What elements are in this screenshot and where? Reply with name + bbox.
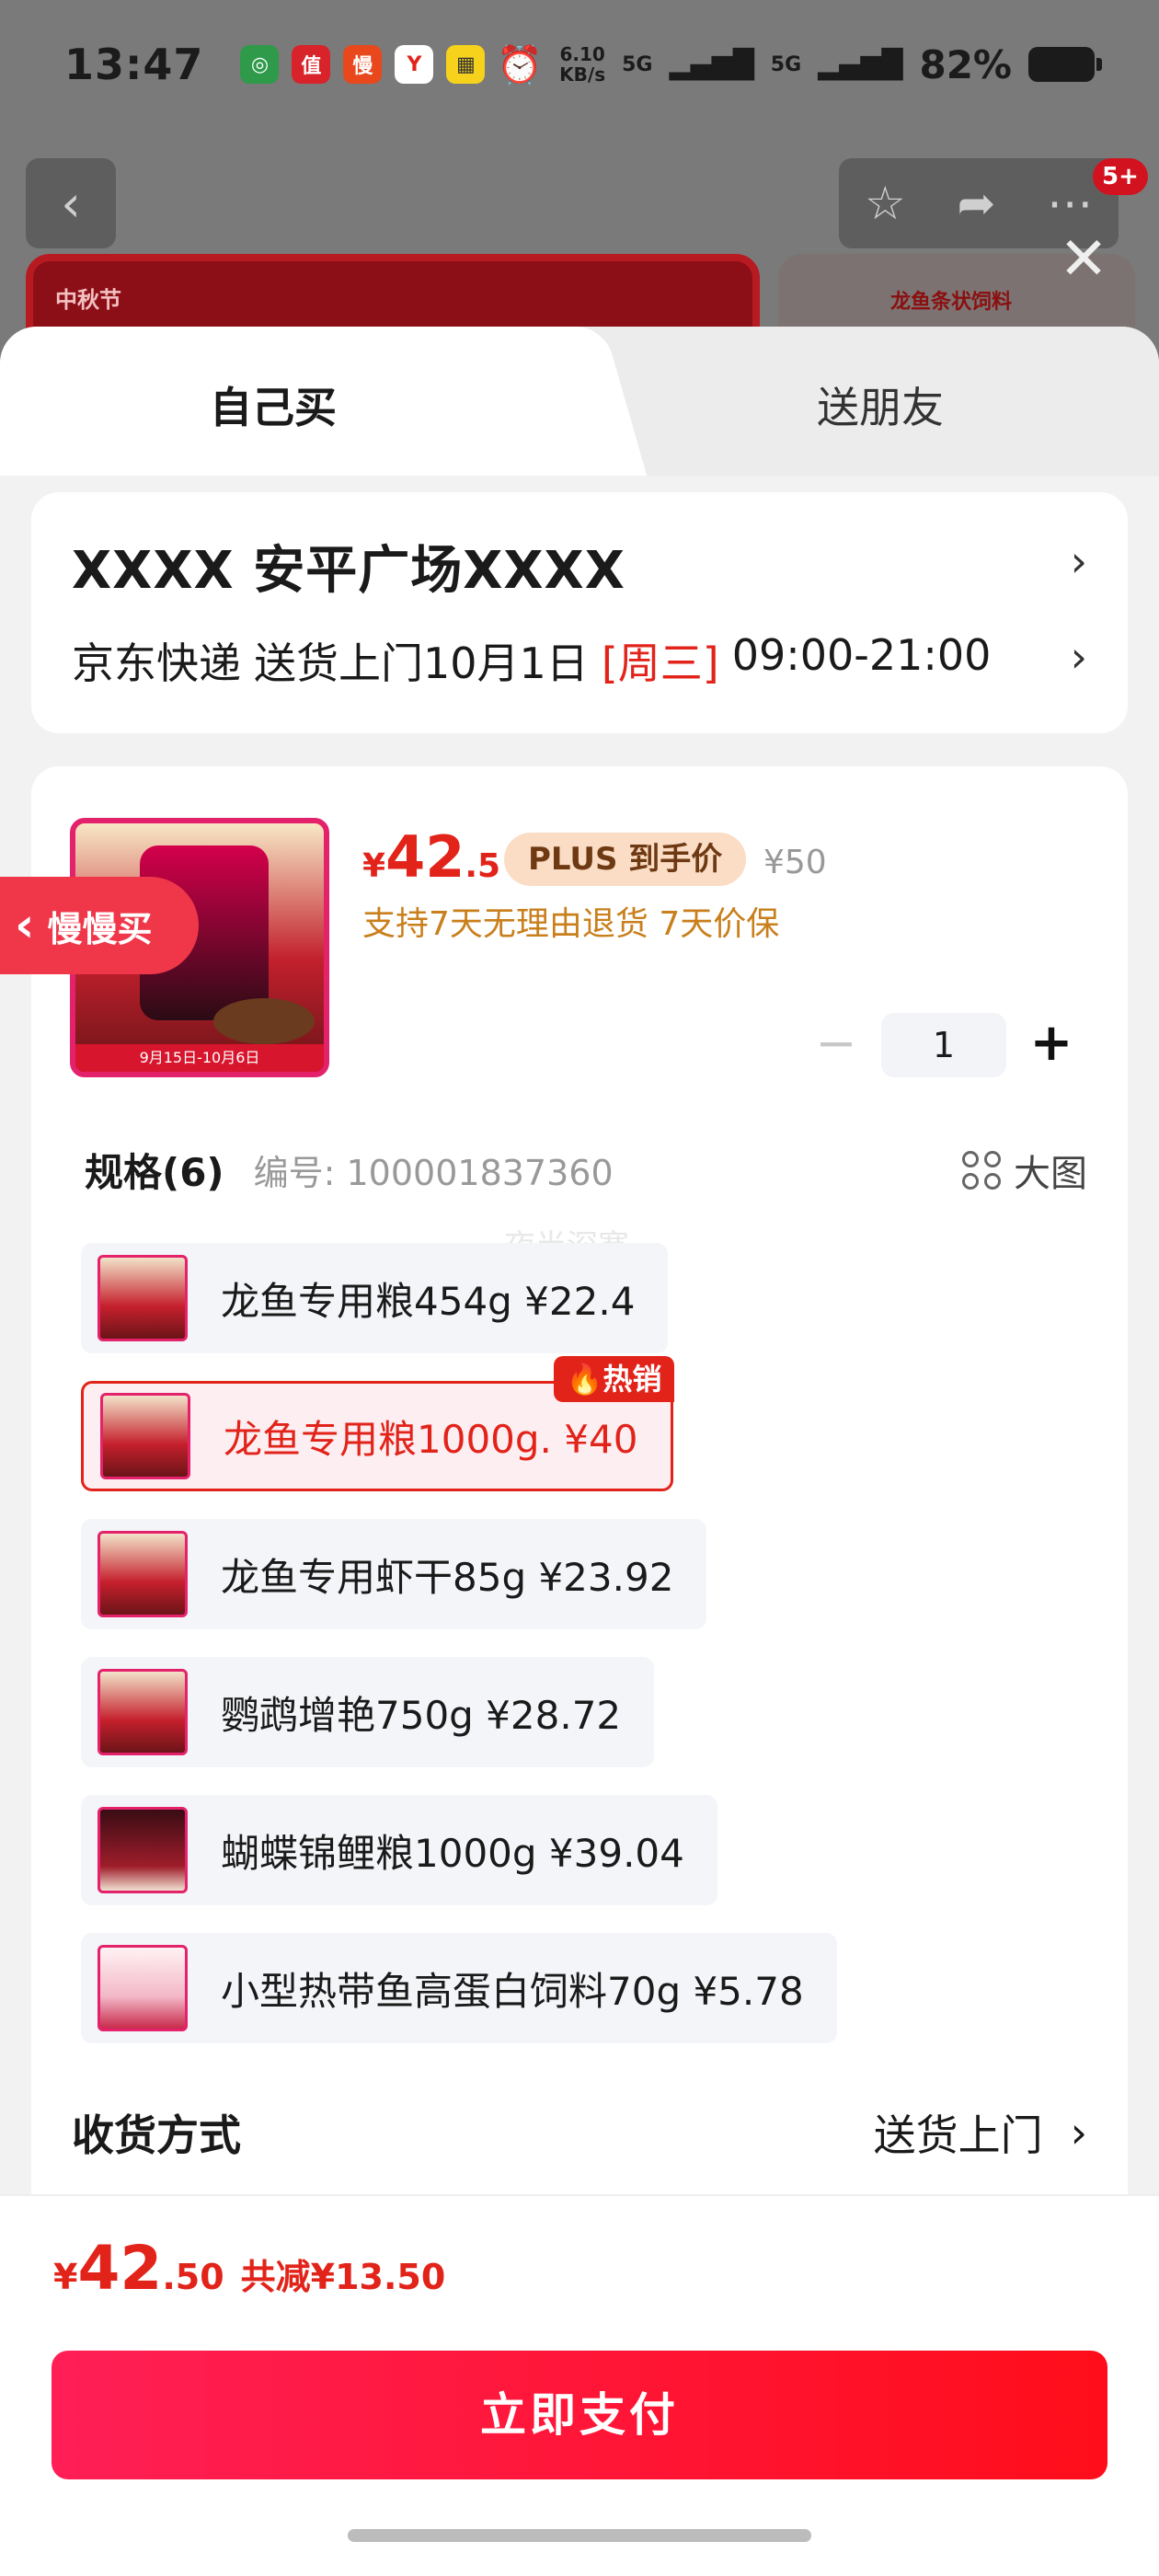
total-currency: ¥ (53, 2257, 78, 2297)
slow-buy-tab[interactable]: ‹ 慢慢买 (0, 877, 199, 974)
spec-header: 规格(6) 编号: 100001837360 大图 (85, 1142, 1087, 1198)
big-image-label: 大图 (1014, 1152, 1087, 1195)
close-icon[interactable]: ✕ (1056, 230, 1111, 289)
savings-text: 共减¥13.50 (240, 2257, 446, 2297)
product-card: 9月15日-10月6日 ¥42.5 PLUS 到手价 ¥50 支持7天无理由退货… (31, 766, 1128, 2238)
battery-percent: 82% (919, 41, 1012, 87)
variant-thumbnail (98, 1669, 188, 1755)
big-image-button[interactable]: 大图 (962, 1144, 1087, 1197)
battery-icon (1028, 47, 1102, 82)
share-icon[interactable]: ➦ (957, 177, 995, 230)
sku-number: 编号: 100001837360 (253, 1153, 614, 1193)
back-icon[interactable]: ‹ (26, 158, 116, 248)
variant-label: 龙鱼专用粮1000g. ¥40 (224, 1416, 638, 1462)
tab-self[interactable]: 自己买 (210, 374, 337, 435)
banner-tag: 中秋节 (55, 287, 121, 313)
checkout-footer: ¥ 42 .50 共减¥13.50 立即支付 (0, 2194, 1159, 2576)
delivery-method-value: 送货上门 (873, 2110, 1043, 2160)
app-icon: 慢 (343, 45, 383, 84)
delivery-info: 京东快递 送货上门10月1日 [周三] 09:00-21:00 (72, 630, 991, 691)
address-card[interactable]: XXXX 安平广场XXXX › 京东快递 送货上门10月1日 [周三] 09:0… (31, 492, 1128, 733)
quantity-stepper: − 1 + (804, 1013, 1084, 1077)
variant-label: 小型热带鱼高蛋白饲料70g ¥5.78 (221, 1968, 804, 2014)
app-icon: 值 (292, 45, 331, 84)
pay-now-button[interactable]: 立即支付 (52, 2351, 1107, 2479)
variant-option[interactable]: 龙鱼专用粮454g ¥22.4 (81, 1243, 669, 1353)
total-decimal: .50 (162, 2257, 224, 2297)
price-decimal: .5 (465, 847, 501, 885)
more-icon[interactable]: ⋯ (1047, 177, 1093, 230)
decrease-button[interactable]: − (804, 1018, 868, 1073)
delivery-weekday: [周三] (601, 638, 719, 688)
variant-option-selected[interactable]: 龙鱼专用粮1000g. ¥40 🔥热销 (81, 1356, 675, 1491)
chevron-right-icon: › (1070, 536, 1087, 586)
notification-badge: 5+ (1093, 158, 1148, 195)
product-food-image (213, 998, 315, 1044)
plus-price-tag: PLUS 到手价 (504, 833, 747, 886)
product-price: ¥42.5 (362, 823, 500, 891)
banner-right-text: 龙鱼条状饲料 (890, 291, 1013, 314)
variant-label: 龙鱼专用虾干85g ¥23.92 (221, 1554, 674, 1600)
app-icon: Y (395, 45, 434, 84)
variant-thumbnail (100, 1393, 190, 1479)
alarm-icon: ⏰ (497, 43, 544, 86)
variant-thumbnail (98, 1945, 188, 2031)
delivery-time-range: 09:00-21:00 (731, 630, 992, 680)
chevron-right-icon[interactable]: › (1071, 632, 1087, 682)
tab-friend[interactable]: 送朋友 (817, 374, 944, 435)
slow-buy-label: 慢慢买 (47, 908, 153, 949)
variant-option[interactable]: 鹦鹉增艳750g ¥28.72 (81, 1657, 655, 1767)
hot-sale-badge: 🔥热销 (553, 1356, 675, 1402)
notification-app-icons: ◎ 值 慢 Y ▦ (240, 45, 486, 84)
delivery-date: 送货上门10月1日 (254, 638, 589, 688)
total-integer: 42 (77, 2233, 163, 2304)
address-text: XXXX 安平广场XXXX (72, 541, 625, 601)
variant-thumbnail (98, 1255, 188, 1341)
favorite-star-icon[interactable]: ☆ (865, 177, 906, 230)
variant-thumbnail (98, 1531, 188, 1617)
carrier: 京东快递 (72, 638, 241, 688)
signal-bars-icon: ▂▄▆█ (818, 48, 903, 81)
price-currency: ¥ (362, 847, 386, 885)
price-integer: 42 (385, 823, 465, 891)
signal-5g-2: 5G (770, 52, 802, 76)
increase-button[interactable]: + (1019, 1018, 1084, 1073)
signal-bars-icon: ▂▄▆█ (669, 48, 754, 81)
app-icon: ▦ (446, 45, 486, 84)
variant-option[interactable]: 蝴蝶锦鲤粮1000g ¥39.04 (81, 1795, 717, 1905)
grid-icon (962, 1150, 1001, 1190)
home-indicator[interactable] (348, 2529, 811, 2542)
variant-label: 龙鱼专用粮454g ¥22.4 (221, 1278, 636, 1324)
delivery-method-label: 收货方式 (72, 2110, 241, 2160)
delivery-method-row[interactable]: 收货方式 送货上门 › (72, 2102, 1087, 2163)
variant-label: 蝴蝶锦鲤粮1000g ¥39.04 (221, 1830, 684, 1876)
variant-option[interactable]: 小型热带鱼高蛋白饲料70g ¥5.78 (81, 1933, 837, 2043)
variant-thumbnail (98, 1807, 188, 1893)
original-price: ¥50 (763, 844, 827, 881)
status-bar: 13:47 ◎ 值 慢 Y ▦ ⏰ 6.10 KB/s 5G ▂▄▆█ 5G ▂… (0, 0, 1159, 129)
variant-label: 鹦鹉增艳750g ¥28.72 (221, 1692, 622, 1738)
promo-date: 9月15日-10月6日 (75, 1044, 324, 1072)
spec-title: 规格(6) (85, 1150, 224, 1195)
signal-5g-1: 5G (622, 52, 653, 76)
chevron-left-icon: ‹ (15, 898, 35, 953)
quantity-value[interactable]: 1 (881, 1013, 1006, 1077)
tab-bar: 自己买 送朋友 (0, 327, 1159, 476)
variant-option[interactable]: 龙鱼专用虾干85g ¥23.92 (81, 1519, 707, 1629)
app-icon: ◎ (240, 45, 280, 84)
chevron-right-icon: › (1070, 2108, 1087, 2157)
net-speed: 6.10 KB/s (559, 43, 606, 86)
guarantee-text: 支持7天无理由退货 7天价保 (362, 905, 780, 943)
status-time: 13:47 (64, 40, 204, 89)
total-price: ¥ 42 .50 共减¥13.50 (53, 2233, 445, 2304)
